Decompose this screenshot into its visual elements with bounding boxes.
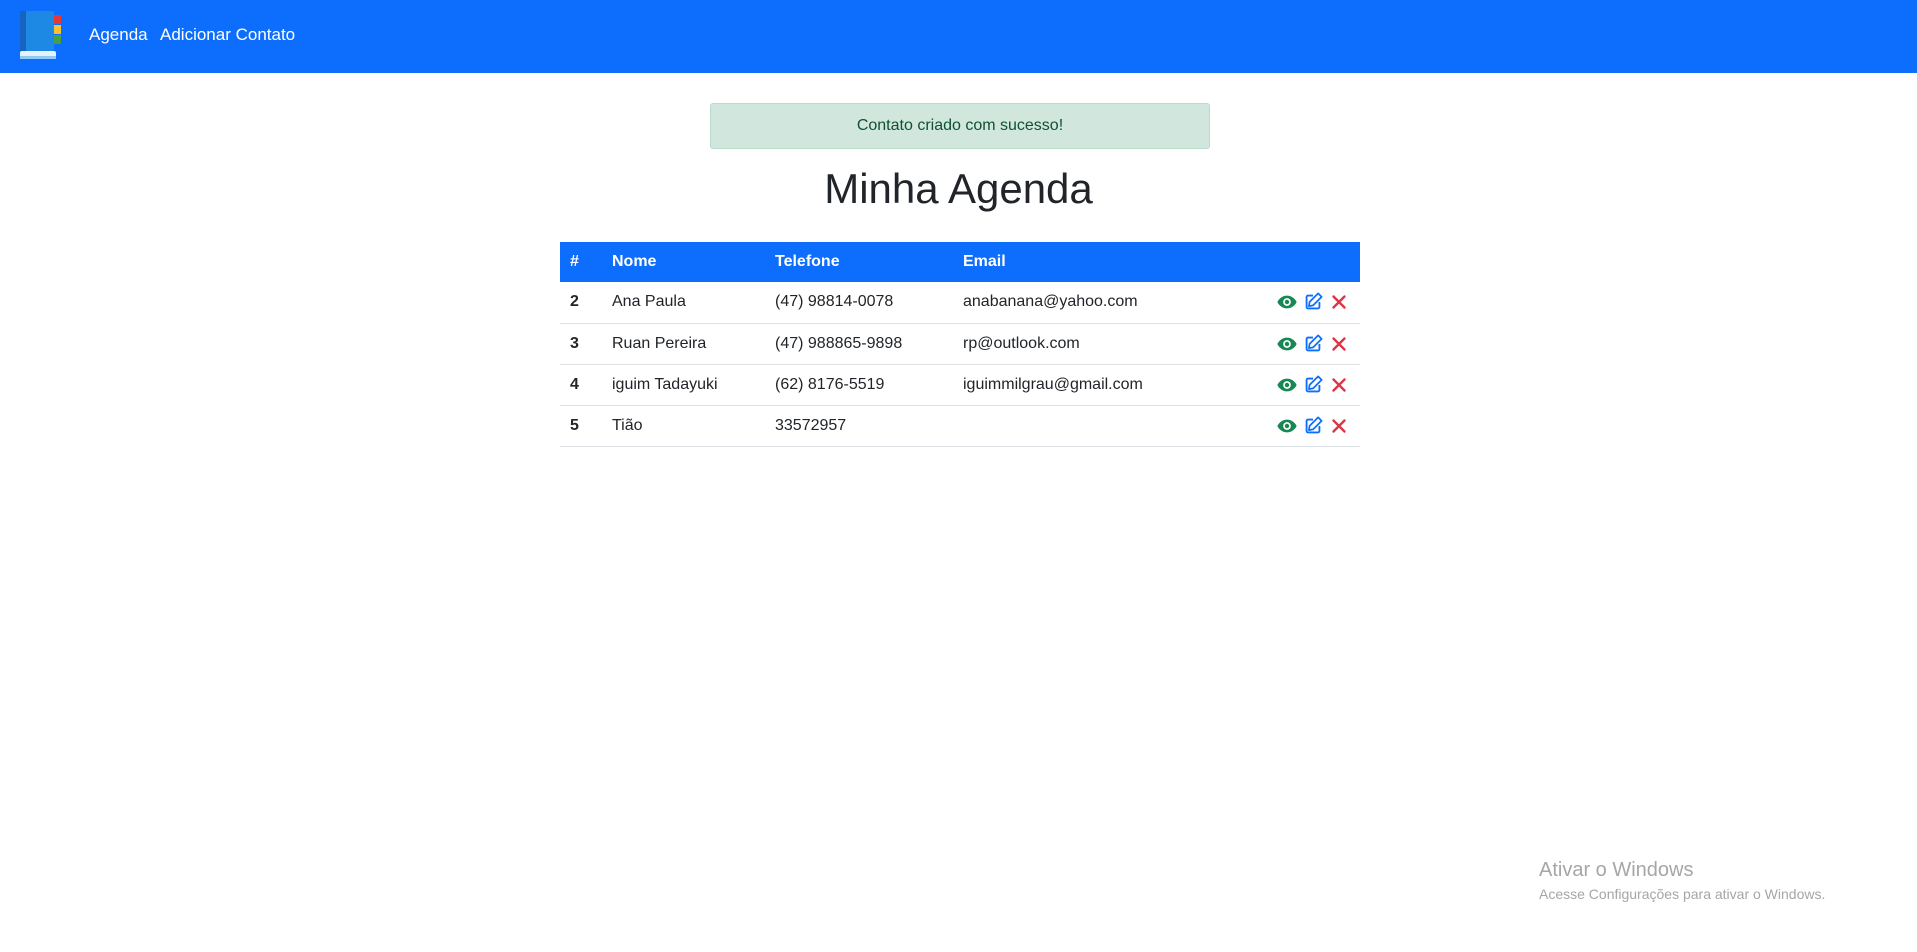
cell-email: anabanana@yahoo.com [963,293,1138,311]
table-header-row: # Nome Telefone Email [560,242,1360,282]
header-telefone: Telefone [775,253,840,270]
close-icon[interactable] [1328,374,1350,396]
cell-nome: Tião [612,416,643,434]
eye-icon[interactable] [1276,291,1298,313]
top-navbar: Agenda Adicionar Contato [0,0,1917,73]
contacts-table: # Nome Telefone Email 2 Ana Paula (47) 988… [560,242,1360,447]
header-id: # [570,253,579,270]
edit-icon[interactable] [1302,415,1324,437]
table-row: 4 iguim Tadayuki (62) 8176-5519 iguimmilgra… [560,364,1360,405]
edit-icon[interactable] [1302,374,1324,396]
close-icon[interactable] [1328,415,1350,437]
edit-icon[interactable] [1302,333,1324,355]
eye-icon[interactable] [1276,333,1298,355]
cell-email [953,405,1253,446]
cell-email: rp@outlook.com [963,334,1080,352]
cell-actions [1253,323,1360,364]
windows-activation-watermark: Ativar o Windows Acesse Configurações pa… [1539,859,1825,902]
cell-nome: iguim Tadayuki [612,375,718,393]
header-email: Email [963,253,1006,270]
success-alert: Contato criado com sucesso! [710,103,1210,149]
cell-nome: Ruan Pereira [612,334,707,352]
cell-email: iguimmilgrau@gmail.com [963,375,1143,393]
cell-id: 4 [570,375,579,393]
eye-icon[interactable] [1276,415,1298,437]
header-nome: Nome [612,253,657,270]
table-row: 5 Tião 33572957 [560,405,1360,446]
cell-actions [1253,405,1360,446]
cell-actions [1253,282,1360,323]
table-row: 3 Ruan Pereira (47) 988865-9898 rp@outlook.… [560,323,1360,364]
cell-id: 2 [570,293,579,311]
cell-telefone: 33572957 [775,416,847,434]
page-title: Minha Agenda [824,165,1093,212]
eye-icon[interactable] [1276,374,1298,396]
cell-id: 3 [570,334,579,352]
cell-id: 5 [570,416,579,434]
close-icon[interactable] [1328,333,1350,355]
watermark-title: Ativar o Windows [1539,859,1694,881]
header-actions [1253,242,1360,282]
nav-link-agenda[interactable]: Agenda [89,25,148,45]
cell-telefone: (47) 98814-0078 [775,293,894,311]
cell-telefone: (62) 8176-5519 [775,375,885,393]
close-icon[interactable] [1328,291,1350,313]
watermark-subtitle: Acesse Configurações para ativar o Windo… [1539,886,1826,902]
table-row: 2 Ana Paula (47) 98814-0078 anabanana@yahoo… [560,282,1360,323]
cell-actions [1253,364,1360,405]
address-book-icon[interactable] [17,9,64,61]
edit-icon[interactable] [1302,291,1324,313]
cell-telefone: (47) 988865-9898 [775,334,903,352]
nav-link-add-contact[interactable]: Adicionar Contato [160,25,295,45]
cell-nome: Ana Paula [612,293,686,311]
